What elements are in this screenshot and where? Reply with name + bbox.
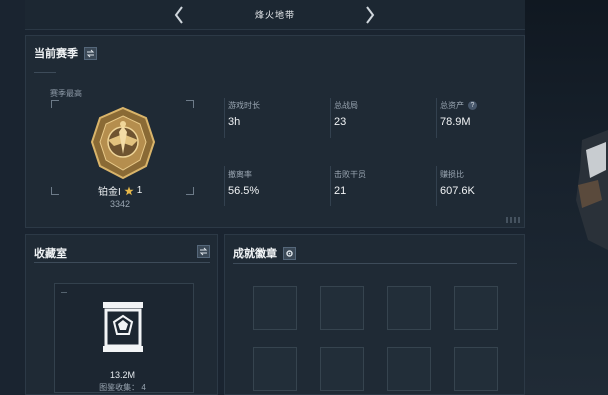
stat-extract-rate: 撤离率 56.5% — [228, 169, 259, 197]
divider — [330, 166, 331, 206]
stat-value: 607.6K — [440, 185, 475, 197]
stat-label: 赚损比 — [440, 170, 464, 179]
divider — [61, 292, 67, 293]
star-icon — [124, 186, 134, 195]
divider — [34, 262, 210, 263]
rank-line: 铂金I 1 — [98, 183, 142, 198]
swap-icon — [199, 247, 208, 256]
showcase-icon — [103, 302, 143, 352]
season-panel: 当前赛季 赛季最高 铂金I 1 3342 游戏时长 3h 总战局 23 总资产 … — [25, 35, 525, 228]
badge-slot[interactable] — [454, 347, 498, 391]
stat-play-time: 游戏时长 3h — [228, 100, 260, 128]
collection-switch-button[interactable] — [197, 245, 210, 258]
stat-label: 游戏时长 — [228, 101, 260, 110]
collection-panel: 收藏室 13.2M 图鉴收集： 4 — [25, 234, 218, 395]
frame-corner — [51, 187, 59, 195]
stat-kills: 击败干员 21 — [334, 169, 366, 197]
badges-header: 成就徽章 — [233, 245, 296, 261]
divider — [224, 98, 225, 138]
stat-value: 78.9M — [440, 116, 471, 128]
collection-title: 收藏室 — [34, 248, 67, 260]
badges-panel: 成就徽章 — [224, 234, 525, 395]
season-header: 当前赛季 — [34, 45, 97, 61]
badge-slot[interactable] — [387, 347, 431, 391]
chevron-right-icon — [366, 6, 375, 24]
badge-slot[interactable] — [387, 286, 431, 330]
stat-label: 击败干员 — [334, 170, 366, 179]
panel-decoration — [506, 217, 520, 223]
stat-value: 23 — [334, 116, 347, 128]
gear-icon — [286, 249, 293, 257]
collection-count: 4 — [141, 383, 146, 392]
badge-slot[interactable] — [320, 347, 364, 391]
rank-score: 3342 — [110, 199, 131, 209]
divider — [436, 98, 437, 138]
divider — [330, 98, 331, 138]
stat-label: 总资产 — [440, 101, 464, 110]
frame-corner — [186, 100, 194, 108]
season-best-label: 赛季最高 — [50, 89, 82, 98]
frame-corner — [51, 100, 59, 108]
stat-total-assets: 总资产 ? 78.9M — [440, 100, 477, 128]
season-title: 当前赛季 — [34, 48, 78, 60]
badges-title: 成就徽章 — [233, 248, 277, 260]
badge-slot[interactable] — [253, 286, 297, 330]
rank-name: 铂金I — [98, 187, 121, 198]
frame-corner — [186, 187, 194, 195]
stat-value: 21 — [334, 185, 347, 197]
divider — [436, 166, 437, 206]
stat-profit-ratio: 赚损比 607.6K — [440, 169, 475, 197]
season-switch-button[interactable] — [84, 46, 97, 60]
rank-emblem-icon — [90, 106, 156, 180]
stat-label: 撤离率 — [228, 170, 252, 179]
stat-value: 56.5% — [228, 185, 260, 197]
swap-icon — [86, 49, 95, 57]
collection-value: 13.2M — [109, 370, 135, 380]
next-arrow-button[interactable] — [362, 4, 378, 26]
stat-total-matches: 总战局 23 — [334, 100, 358, 128]
badges-settings-button[interactable] — [283, 246, 296, 260]
divider — [233, 263, 517, 264]
badge-slot[interactable] — [253, 347, 297, 391]
mode-title: 烽火地带 — [254, 10, 295, 20]
help-icon[interactable]: ? — [468, 101, 477, 110]
badge-slot[interactable] — [454, 286, 498, 330]
badge-slot[interactable] — [320, 286, 364, 330]
divider — [224, 166, 225, 206]
collection-count-label: 图鉴收集： — [99, 383, 140, 392]
divider — [34, 72, 56, 73]
collection-count-row: 图鉴收集： 4 — [26, 382, 219, 393]
rank-level: 1 — [136, 185, 143, 196]
stat-label-row: 总资产 ? — [440, 100, 477, 111]
stat-value: 3h — [228, 116, 241, 128]
stat-label: 总战局 — [334, 101, 358, 110]
character-figure — [576, 130, 608, 250]
top-bar: 烽火地带 — [25, 0, 525, 30]
